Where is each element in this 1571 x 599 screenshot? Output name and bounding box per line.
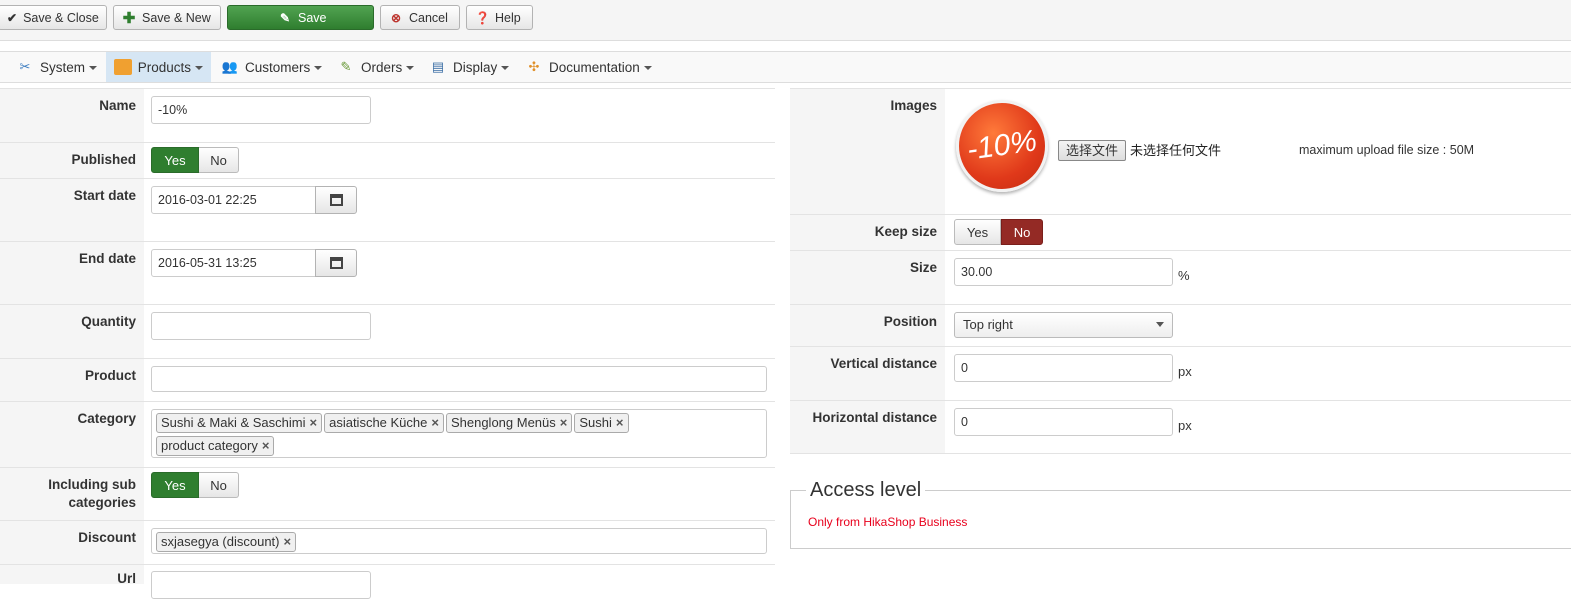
access-level-note: Only from HikaShop Business (808, 515, 968, 529)
vertical-distance-label: Vertical distance (790, 347, 945, 400)
menu-documentation[interactable]: ✣ Documentation (517, 52, 660, 82)
remove-icon[interactable]: × (262, 438, 270, 453)
plus-icon: ✚ (122, 9, 136, 27)
chevron-down-icon (501, 66, 510, 70)
remove-icon[interactable]: × (560, 415, 568, 430)
published-toggle: Yes No (151, 147, 239, 173)
include-sub-label: Including sub categories (0, 468, 144, 520)
category-tag: Sushi × (574, 413, 629, 433)
keep-size-label: Keep size (790, 215, 945, 250)
chevron-down-icon (1156, 322, 1164, 327)
check-icon: ✔ (7, 10, 18, 25)
end-date-input[interactable]: 2016-05-31 13:25 (151, 249, 316, 277)
category-label: Category (0, 402, 144, 467)
position-select[interactable]: Top right (954, 312, 1173, 338)
url-input[interactable] (151, 571, 371, 599)
horizontal-distance-label: Horizontal distance (790, 401, 945, 453)
toolbar: ✔ Save & Close ✚ Save & New ✎ Save ⊗ Cancel … (0, 0, 1571, 41)
menu-system[interactable]: ✂ System (8, 52, 105, 82)
menu-display[interactable]: ▤ Display (421, 52, 517, 82)
discount-label: Discount (0, 521, 144, 564)
discount-tag: sxjasegya (discount) × (156, 532, 297, 552)
include-sub-yes-button[interactable]: Yes (151, 472, 199, 498)
documentation-icon: ✣ (528, 59, 540, 74)
name-input[interactable]: -10% (151, 96, 371, 124)
menu-orders[interactable]: ✎ Orders (329, 52, 422, 82)
chevron-down-icon (195, 66, 203, 70)
start-date-calendar-button[interactable] (315, 186, 357, 214)
keep-size-toggle: Yes No (954, 219, 1043, 245)
images-label: Images (790, 89, 945, 214)
quantity-label: Quantity (0, 305, 144, 358)
published-no-button[interactable]: No (199, 147, 239, 173)
include-sub-no-button[interactable]: No (199, 472, 239, 498)
end-date-label: End date (0, 242, 144, 304)
remove-icon[interactable]: × (310, 415, 318, 430)
chevron-down-icon (406, 66, 415, 70)
orders-icon: ✎ (340, 59, 352, 74)
edit-icon: ✎ (279, 10, 291, 25)
published-label: Published (0, 143, 144, 178)
keep-size-no-button[interactable]: No (1001, 219, 1043, 245)
chevron-down-icon (89, 66, 98, 70)
max-upload-text: maximum upload file size : 50M (1299, 143, 1475, 157)
include-sub-toggle: Yes No (151, 472, 239, 498)
end-date-calendar-button[interactable] (315, 249, 357, 277)
save-button[interactable]: ✎ Save (227, 5, 374, 30)
tools-icon: ✂ (19, 59, 31, 74)
help-button[interactable]: ❓ Help (466, 5, 533, 30)
product-input[interactable] (151, 366, 767, 392)
chevron-down-icon (643, 66, 652, 70)
cancel-button[interactable]: ⊗ Cancel (380, 5, 460, 30)
quantity-input[interactable] (151, 312, 371, 340)
menu-products[interactable]: Products (106, 52, 211, 82)
calendar-icon (329, 257, 343, 269)
users-icon: 👥 (221, 59, 239, 74)
save-new-button[interactable]: ✚ Save & New (113, 5, 221, 30)
remove-icon[interactable]: × (616, 415, 624, 430)
start-date-input[interactable]: 2016-03-01 22:25 (151, 186, 316, 214)
discount-badge-image: -10% (956, 100, 1048, 192)
chevron-down-icon (314, 66, 323, 70)
size-unit: % (1178, 268, 1190, 283)
position-label: Position (790, 305, 945, 346)
category-tag: Shenglong Menüs × (445, 413, 573, 433)
discount-tag-input[interactable]: sxjasegya (discount) × (151, 528, 767, 554)
category-tag-input[interactable]: Sushi & Maki & Saschimi × asiatische Küche… (151, 409, 767, 458)
cancel-icon: ⊗ (390, 10, 402, 25)
badge-text: -10% (964, 124, 1039, 167)
horizontal-distance-input[interactable]: 0 (954, 408, 1173, 436)
keep-size-yes-button[interactable]: Yes (954, 219, 1001, 245)
vertical-distance-input[interactable]: 0 (954, 354, 1173, 382)
size-input[interactable]: 30.00 (954, 258, 1173, 286)
display-icon: ▤ (431, 59, 445, 74)
remove-icon[interactable]: × (284, 534, 292, 549)
product-label: Product (0, 359, 144, 401)
menu-customers[interactable]: 👥 Customers (213, 52, 330, 82)
url-label: Url (0, 565, 144, 586)
help-icon: ❓ (475, 10, 490, 25)
main-menu: ✂ System Products 👥 Customers ✎ Orders ▤ Dis… (0, 51, 1571, 83)
no-file-text: 未选择任何文件 (1130, 143, 1222, 158)
calendar-icon (329, 194, 343, 206)
choose-file-button[interactable]: 选择文件 (1058, 140, 1126, 161)
category-tag: product category × (156, 436, 275, 456)
published-yes-button[interactable]: Yes (151, 147, 199, 173)
category-tag: asiatische Küche × (324, 413, 444, 433)
remove-icon[interactable]: × (431, 415, 439, 430)
vertical-distance-unit: px (1178, 364, 1192, 379)
box-icon (114, 59, 132, 75)
size-label: Size (790, 251, 945, 304)
name-label: Name (0, 89, 144, 142)
horizontal-distance-unit: px (1178, 418, 1192, 433)
start-date-label: Start date (0, 179, 144, 241)
save-close-button[interactable]: ✔ Save & Close (0, 5, 107, 30)
access-level-legend: Access level (806, 479, 926, 502)
category-tag: Sushi & Maki & Saschimi × (156, 413, 323, 433)
